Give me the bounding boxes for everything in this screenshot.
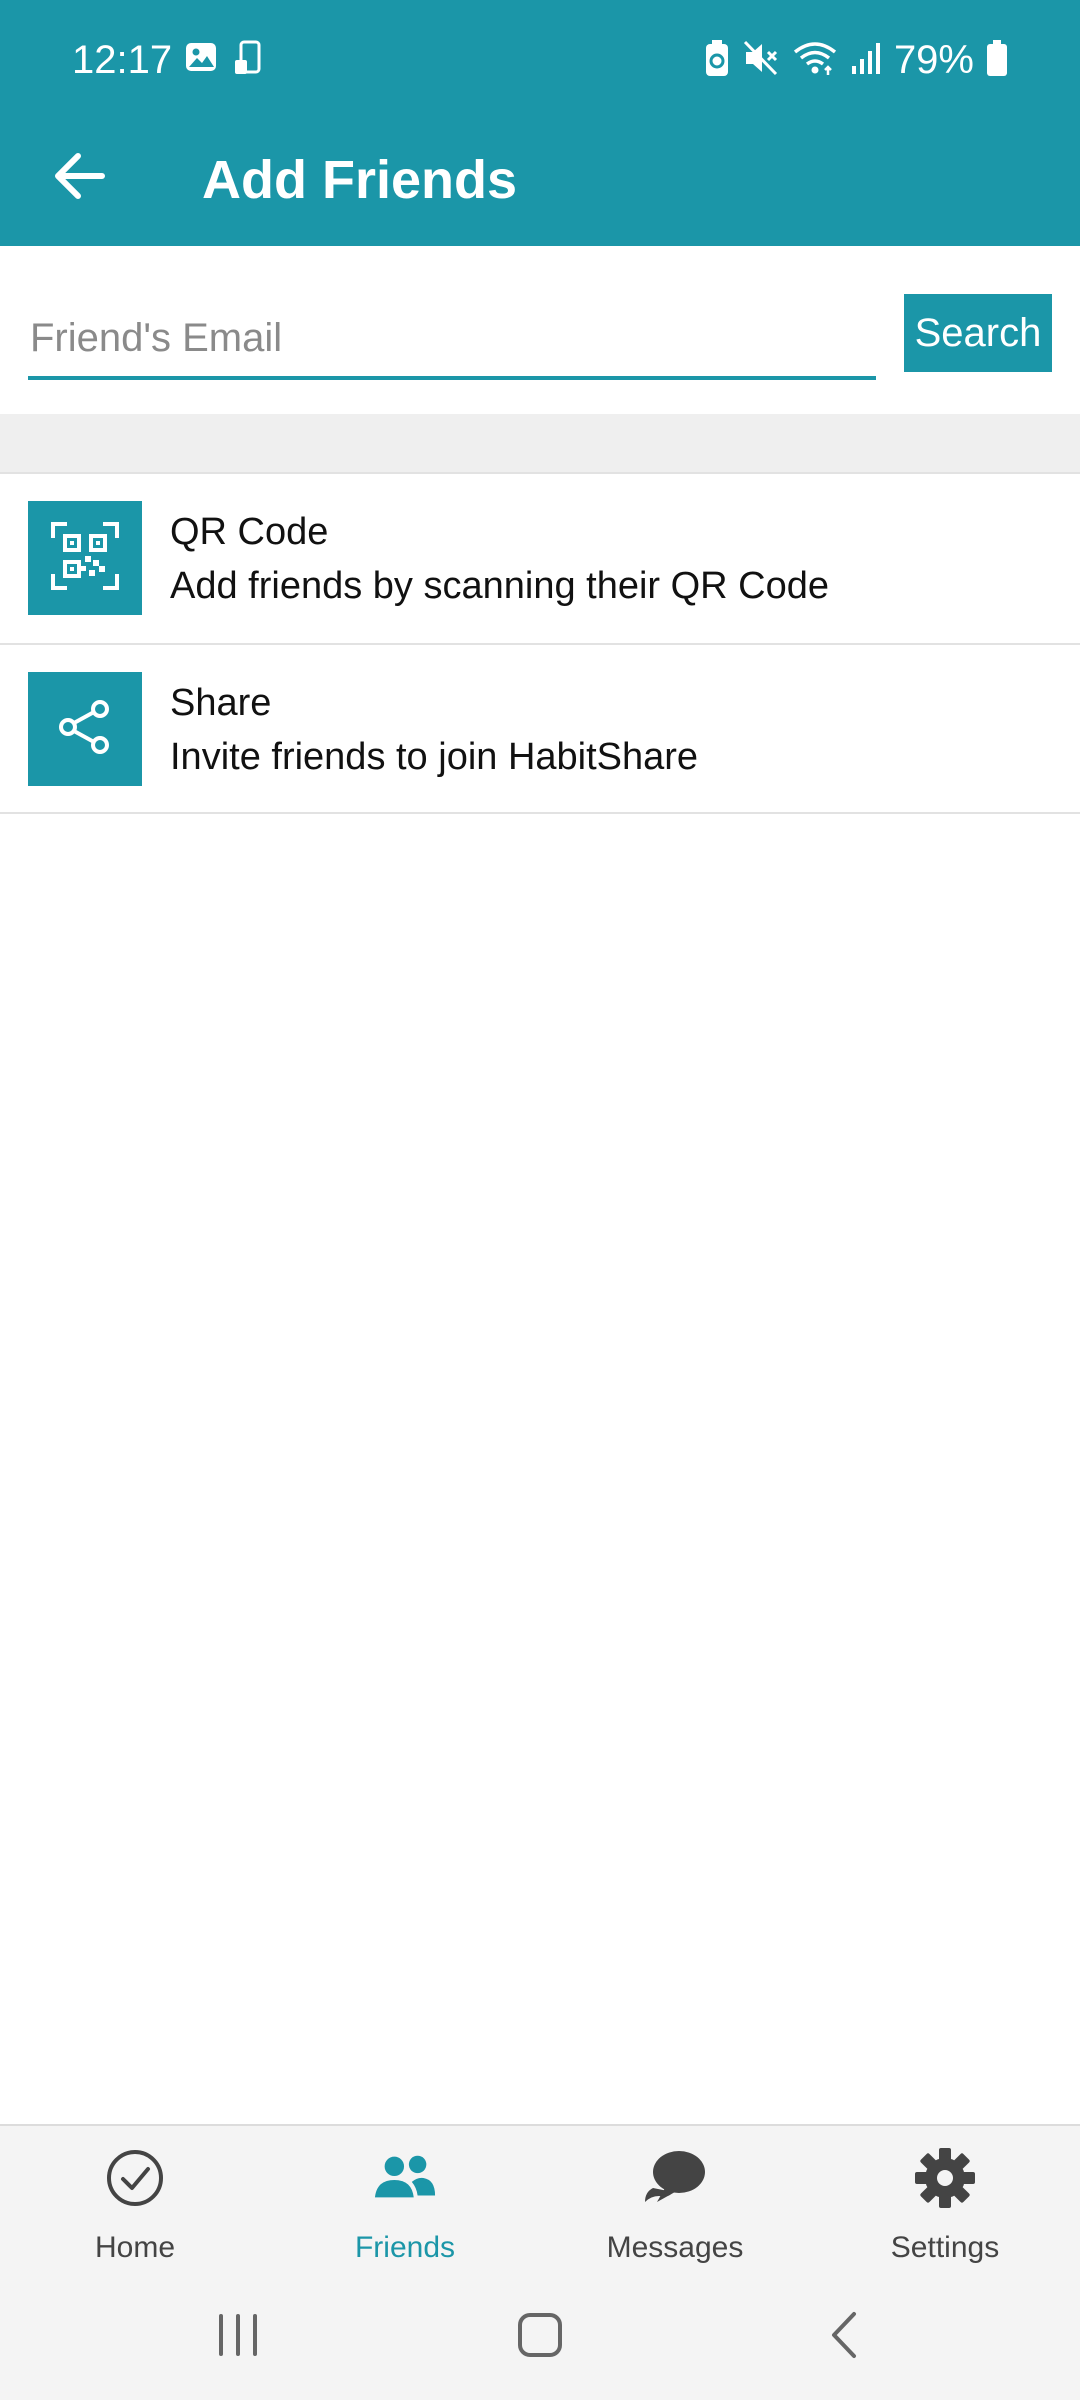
section-divider (0, 414, 1080, 472)
add-friend-options: QR Code Add friends by scanning their QR… (0, 472, 1080, 814)
nav-item-settings[interactable]: Settings (810, 2126, 1080, 2274)
status-bar: 12:17 79% (0, 0, 1080, 120)
recent-apps-button[interactable] (198, 2304, 278, 2370)
option-subtitle: Invite friends to join HabitShare (170, 736, 699, 778)
status-left-icons (184, 40, 264, 81)
share-icon-tile (28, 672, 142, 786)
system-nav-bar (0, 2274, 1080, 2400)
qr-code-icon-tile (28, 501, 142, 615)
chevron-left-icon (824, 2310, 864, 2365)
home-system-button[interactable] (500, 2304, 580, 2370)
nav-label: Home (94, 2231, 176, 2264)
status-time: 12:17 (72, 38, 173, 82)
option-title: Share (170, 682, 272, 724)
nav-label: Friends (354, 2231, 456, 2264)
phone-sync-icon (232, 40, 264, 81)
option-qr-code[interactable]: QR Code Add friends by scanning their QR… (0, 472, 1080, 643)
recent-apps-icon (213, 2312, 263, 2363)
page-title: Add Friends (202, 150, 518, 210)
nav-label: Messages (606, 2231, 744, 2264)
chat-bubbles-icon (643, 2146, 707, 2210)
gear-icon (913, 2146, 977, 2210)
back-system-button[interactable] (804, 2304, 884, 2370)
friend-email-input[interactable] (28, 300, 876, 380)
share-icon (55, 697, 115, 762)
signal-icon (850, 40, 882, 81)
wifi-icon (792, 39, 838, 82)
battery-icon (986, 39, 1008, 82)
app-header: 12:17 79% Add Friends (0, 0, 1080, 246)
battery-percent: 79% (893, 38, 974, 82)
gallery-icon (184, 40, 218, 81)
back-button[interactable] (40, 138, 120, 218)
app-bar: Add Friends (0, 120, 1080, 246)
check-circle-icon (103, 2146, 167, 2210)
mute-icon (742, 39, 780, 82)
people-icon (373, 2146, 437, 2210)
home-square-icon (515, 2310, 565, 2365)
status-right-icons: 79% (704, 32, 1008, 88)
option-subtitle: Add friends by scanning their QR Code (170, 565, 830, 607)
nav-label: Settings (890, 2231, 1000, 2264)
option-share[interactable]: Share Invite friends to join HabitShare (0, 643, 1080, 814)
search-button[interactable]: Search (904, 294, 1052, 372)
nav-item-messages[interactable]: Messages (540, 2126, 810, 2274)
nav-item-friends[interactable]: Friends (270, 2126, 540, 2274)
bottom-nav: Home Friends Messages Settings (0, 2124, 1080, 2274)
arrow-left-icon (54, 152, 106, 205)
qr-code-icon (49, 520, 121, 597)
battery-saver-icon (704, 39, 730, 82)
search-section: Search (0, 246, 1080, 414)
option-title: QR Code (170, 511, 329, 553)
nav-item-home[interactable]: Home (0, 2126, 270, 2274)
